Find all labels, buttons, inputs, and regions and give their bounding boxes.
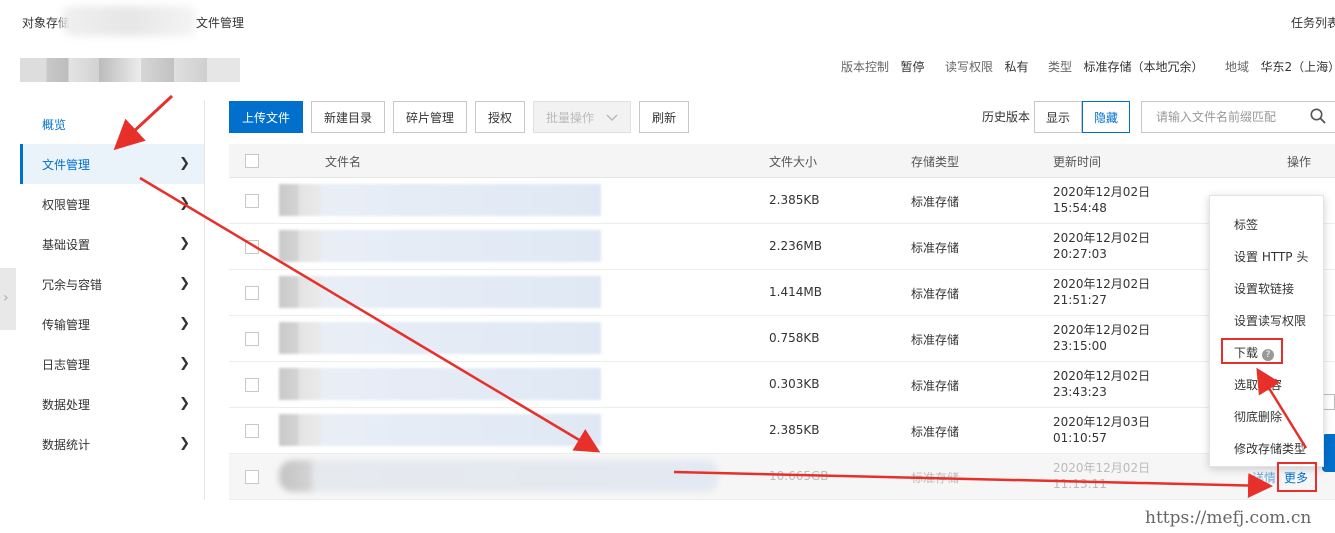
watermark-text: https://mefj.com.cn (1145, 508, 1312, 528)
arrow-to-download-item (1256, 367, 1308, 449)
arrow-to-more-link (673, 470, 1273, 499)
arrow-to-files-menu (113, 94, 174, 151)
arrow-to-large-file (139, 176, 601, 453)
annotation-arrows (113, 94, 1308, 499)
